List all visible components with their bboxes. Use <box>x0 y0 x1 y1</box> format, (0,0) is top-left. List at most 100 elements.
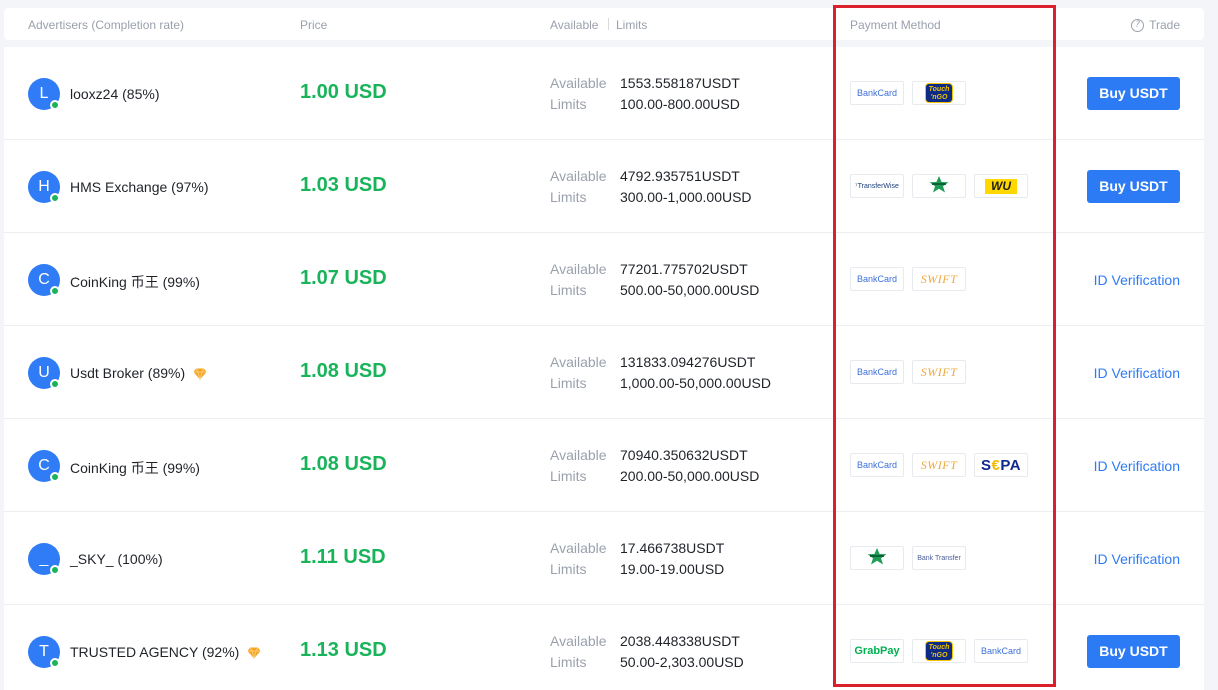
question-circle-icon[interactable]: ? <box>1131 18 1145 32</box>
online-status-dot <box>50 565 60 575</box>
available-value: 2038.448338USDT <box>620 633 740 649</box>
western-union-logo: WU <box>985 178 1017 194</box>
available-value: 77201.775702USDT <box>620 261 748 277</box>
available-label: Available <box>550 540 607 556</box>
available-value: 17.466738USDT <box>620 540 725 556</box>
bankcard-label: BankCard <box>856 88 898 98</box>
payment-method-bankcard: BankCard <box>850 267 904 291</box>
star-payment-icon <box>866 547 888 569</box>
payment-method-banktransfer: Bank Transfer <box>912 546 966 570</box>
offer-price: 1.03 USD <box>300 174 387 196</box>
payment-method-bankcard: BankCard <box>850 360 904 384</box>
offer-price: 1.11 USD <box>300 546 386 568</box>
swift-logo: SWIFT <box>920 364 958 379</box>
bankcard-label: BankCard <box>980 646 1022 656</box>
bankcard-label: BankCard <box>856 274 898 284</box>
limits-label: Limits <box>550 375 587 391</box>
advertiser-name[interactable]: CoinKing 币王 (99%) <box>70 458 200 478</box>
available-label: Available <box>550 447 607 463</box>
payment-method-swift: SWIFT <box>912 453 966 477</box>
advertiser-name[interactable]: _SKY_ (100%) <box>70 551 163 567</box>
advertiser-name[interactable]: Usdt Broker (89%) <box>70 365 207 382</box>
offer-row: C CoinKing 币王 (99%) 1.08 USD Available 70940… <box>4 419 1204 512</box>
advertiser-name-text[interactable]: looxz24 (85%) <box>70 86 160 102</box>
online-status-dot <box>50 193 60 203</box>
offer-price: 1.08 USD <box>300 360 387 382</box>
buy-usdt-button[interactable]: Buy USDT <box>1087 635 1180 668</box>
online-status-dot <box>50 286 60 296</box>
header-trade[interactable]: ? Trade <box>1131 18 1180 32</box>
id-verification-link[interactable]: ID Verification <box>1094 551 1180 567</box>
limits-value: 300.00-1,000.00USD <box>620 189 752 205</box>
id-verification-link[interactable]: ID Verification <box>1094 272 1180 288</box>
payment-method-touchngo: Touch'nGO <box>912 639 966 663</box>
offer-row: T TRUSTED AGENCY (92%) 1.13 USD Available 20… <box>4 605 1204 690</box>
advertiser-name-text[interactable]: _SKY_ (100%) <box>70 551 163 567</box>
payment-method-swift: SWIFT <box>912 267 966 291</box>
advertiser-name-text[interactable]: TRUSTED AGENCY (92%) <box>70 644 239 660</box>
payment-method-touchngo: Touch'nGO <box>912 81 966 105</box>
advertiser-name-text[interactable]: CoinKing 币王 (99%) <box>70 272 200 292</box>
star-payment-icon <box>928 175 950 197</box>
header-price: Price <box>300 18 328 32</box>
touch-n-go-logo: Touch'nGO <box>925 83 953 103</box>
offer-price: 1.00 USD <box>300 81 387 103</box>
online-status-dot <box>50 658 60 668</box>
payment-method-sepa: S€PA <box>974 453 1028 477</box>
offer-price: 1.13 USD <box>300 639 387 661</box>
transferwise-logo: ⁷TransferWise <box>855 182 899 190</box>
advertiser-name[interactable]: TRUSTED AGENCY (92%) <box>70 644 261 661</box>
payment-method-star <box>912 174 966 198</box>
offer-row: H HMS Exchange (97%) 1.03 USD Available 4792… <box>4 140 1204 233</box>
header-payment-method: Payment Method <box>850 18 941 32</box>
swift-logo: SWIFT <box>920 271 958 286</box>
available-label: Available <box>550 168 607 184</box>
offer-price: 1.08 USD <box>300 453 387 475</box>
payment-method-bankcard: BankCard <box>850 453 904 477</box>
bankcard-label: BankCard <box>856 460 898 470</box>
limits-label: Limits <box>550 561 587 577</box>
available-label: Available <box>550 261 607 277</box>
online-status-dot <box>50 379 60 389</box>
payment-method-grabpay: GrabPay <box>850 639 904 663</box>
swift-logo: SWIFT <box>920 457 958 472</box>
advertiser-name[interactable]: looxz24 (85%) <box>70 86 160 102</box>
advertiser-name-text[interactable]: Usdt Broker (89%) <box>70 365 185 381</box>
payment-method-swift: SWIFT <box>912 360 966 384</box>
available-value: 1553.558187USDT <box>620 75 740 91</box>
advertiser-name[interactable]: CoinKing 币王 (99%) <box>70 272 200 292</box>
transferwise-label: TransferWise <box>857 182 899 190</box>
available-value: 4792.935751USDT <box>620 168 740 184</box>
diamond-badge-icon <box>247 646 261 661</box>
header-available: Available <box>550 18 599 32</box>
limits-value: 19.00-19.00USD <box>620 561 725 577</box>
online-status-dot <box>50 472 60 482</box>
offer-row: _ _SKY_ (100%) 1.11 USD Available 17.466738U… <box>4 512 1204 605</box>
limits-label: Limits <box>550 96 587 112</box>
id-verification-link[interactable]: ID Verification <box>1094 458 1180 474</box>
id-verification-link[interactable]: ID Verification <box>1094 365 1180 381</box>
offer-row: Llooxz24 (85%) 1.00 USD Available 1553.5581… <box>4 47 1204 140</box>
limits-label: Limits <box>550 654 587 670</box>
header-advertisers: Advertisers (Completion rate) <box>28 18 185 32</box>
bank-transfer-label: Bank Transfer <box>917 554 961 562</box>
header-limits: Limits <box>616 18 648 32</box>
advertiser-name[interactable]: HMS Exchange (97%) <box>70 179 209 195</box>
online-status-dot <box>50 100 60 110</box>
limits-value: 100.00-800.00USD <box>620 96 740 112</box>
available-label: Available <box>550 633 607 649</box>
buy-usdt-button[interactable]: Buy USDT <box>1087 170 1180 203</box>
limits-label: Limits <box>550 189 587 205</box>
advertiser-name-text[interactable]: HMS Exchange (97%) <box>70 179 209 195</box>
touch-n-go-logo: Touch'nGO <box>925 641 953 661</box>
buy-usdt-button[interactable]: Buy USDT <box>1087 77 1180 110</box>
sepa-logo: S€PA <box>980 456 1022 474</box>
limits-value: 1,000.00-50,000.00USD <box>620 375 771 391</box>
payment-method-wu: WU <box>974 174 1028 198</box>
offer-price: 1.07 USD <box>300 267 387 289</box>
available-label: Available <box>550 75 607 91</box>
available-value: 131833.094276USDT <box>620 354 756 370</box>
limits-value: 200.00-50,000.00USD <box>620 468 760 484</box>
advertiser-name-text[interactable]: CoinKing 币王 (99%) <box>70 458 200 478</box>
header-trade-label: Trade <box>1149 18 1180 32</box>
